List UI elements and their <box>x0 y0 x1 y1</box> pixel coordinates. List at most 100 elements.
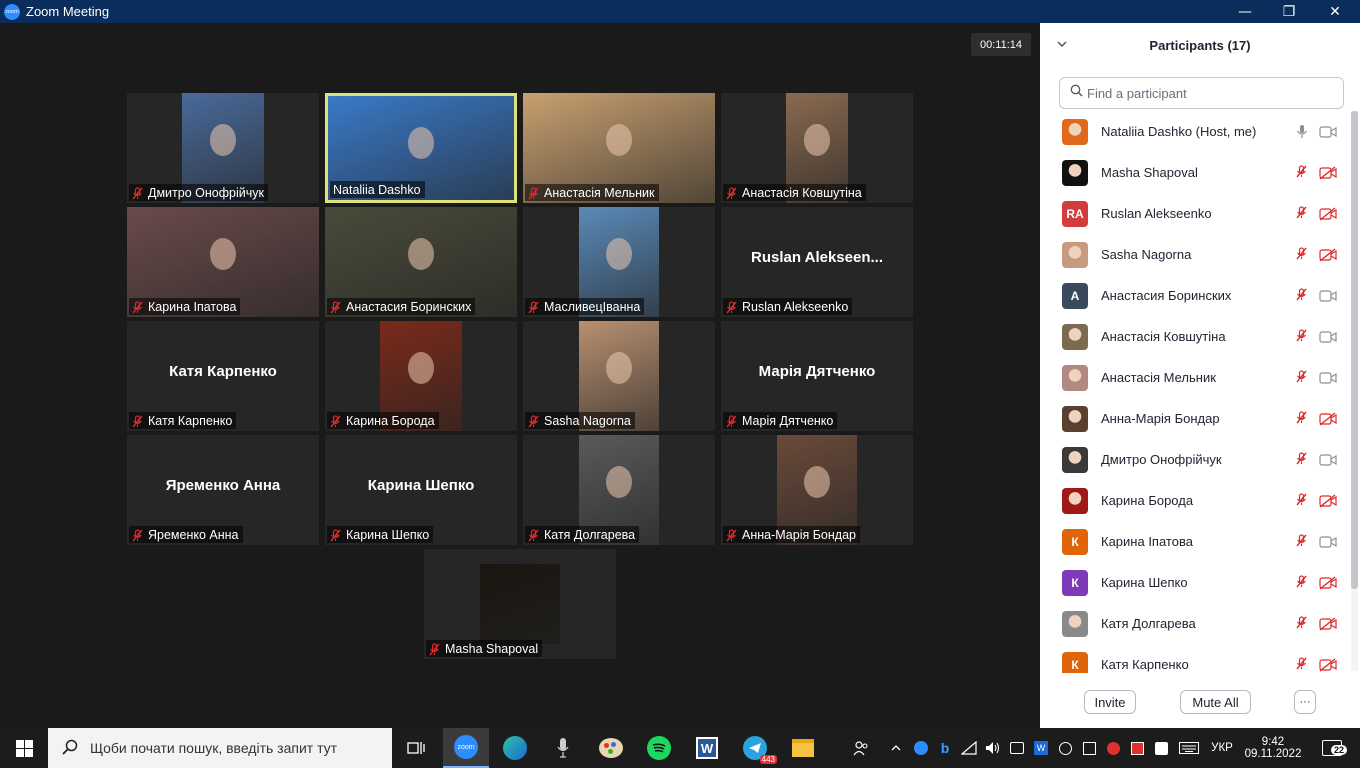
muted-mic-icon[interactable] <box>1296 451 1310 468</box>
participant-search[interactable] <box>1059 77 1344 109</box>
invite-button[interactable]: Invite <box>1084 690 1136 714</box>
tray-zoom-icon[interactable] <box>910 728 932 768</box>
keyboard-icon[interactable] <box>1176 728 1202 768</box>
muted-mic-icon[interactable] <box>1296 328 1310 345</box>
camera-off-icon[interactable] <box>1319 657 1337 672</box>
muted-mic-icon[interactable] <box>1296 369 1310 386</box>
camera-off-icon[interactable] <box>1319 206 1337 221</box>
word-icon[interactable]: W <box>684 728 730 768</box>
muted-mic-icon[interactable] <box>1296 164 1310 181</box>
zoom-taskbar-icon[interactable]: zoom <box>443 728 489 768</box>
participant-row[interactable]: RA Ruslan Alekseenko <box>1040 193 1350 234</box>
telegram-icon[interactable]: 443 <box>732 728 778 768</box>
tray-clock-icon[interactable] <box>1054 728 1076 768</box>
file-explorer-icon[interactable] <box>780 728 826 768</box>
camera-icon[interactable] <box>1319 535 1337 549</box>
tile-name-label: Марія Дятченко <box>723 412 838 429</box>
video-tile[interactable]: Карина Шепко Карина Шепко <box>325 435 517 545</box>
paint-icon[interactable] <box>588 728 634 768</box>
video-tile[interactable]: Яременко Анна Яременко Анна <box>127 435 319 545</box>
spotify-icon[interactable] <box>636 728 682 768</box>
participant-row[interactable]: Дмитро Онофрійчук <box>1040 439 1350 480</box>
camera-icon[interactable] <box>1319 125 1337 139</box>
tray-app-icon-5[interactable] <box>1126 728 1148 768</box>
video-tile[interactable]: Анна-Марія Бондар <box>721 435 913 545</box>
muted-mic-icon[interactable] <box>1296 533 1310 550</box>
muted-mic-icon[interactable] <box>1296 246 1310 263</box>
muted-mic-icon[interactable] <box>1296 492 1310 509</box>
minimize-button[interactable]: — <box>1222 0 1268 23</box>
camera-off-icon[interactable] <box>1319 493 1337 508</box>
volume-icon[interactable] <box>982 728 1004 768</box>
microphone-app-icon[interactable] <box>540 728 586 768</box>
video-tile[interactable]: Ruslan Alekseen... Ruslan Alekseenko <box>721 207 913 317</box>
video-tile[interactable]: МасливецІванна <box>523 207 715 317</box>
muted-mic-icon[interactable] <box>1296 656 1310 673</box>
windows-start-button[interactable] <box>0 728 48 768</box>
video-tile[interactable]: Дмитро Онофрійчук <box>127 93 319 203</box>
zoom-app-icon: zoom <box>4 3 20 20</box>
search-input[interactable] <box>1087 85 1327 101</box>
participant-row[interactable]: К Карина Іпатова <box>1040 521 1350 562</box>
tray-app-icon-4[interactable] <box>1102 728 1124 768</box>
participant-row[interactable]: Анастасія Мельник <box>1040 357 1350 398</box>
participant-row[interactable]: К Катя Карпенко <box>1040 644 1350 673</box>
clock[interactable]: 9:42 09.11.2022 <box>1240 728 1306 768</box>
muted-mic-icon[interactable] <box>1296 574 1310 591</box>
participant-row[interactable]: Nataliia Dashko (Host, me) <box>1040 111 1350 152</box>
language-indicator[interactable]: УКР <box>1204 728 1240 768</box>
camera-off-icon[interactable] <box>1319 616 1337 631</box>
more-options-button[interactable]: ··· <box>1294 690 1316 714</box>
tray-chevron-up-icon[interactable] <box>886 728 906 768</box>
notifications-button[interactable]: 22 <box>1312 728 1352 768</box>
video-tile[interactable]: Sasha Nagorna <box>523 321 715 431</box>
camera-off-icon[interactable] <box>1319 165 1337 180</box>
video-tile[interactable]: Анастасия Боринских <box>325 207 517 317</box>
network-icon[interactable] <box>958 728 980 768</box>
participant-row[interactable]: Masha Shapoval <box>1040 152 1350 193</box>
participant-row[interactable]: Карина Борода <box>1040 480 1350 521</box>
camera-off-icon[interactable] <box>1319 575 1337 590</box>
participant-list-scrollbar[interactable] <box>1351 111 1358 671</box>
tray-app-icon-2[interactable]: W <box>1030 728 1052 768</box>
video-tile[interactable]: Masha Shapoval <box>424 549 616 659</box>
muted-mic-icon[interactable] <box>1296 410 1310 427</box>
camera-icon[interactable] <box>1319 330 1337 344</box>
participant-row[interactable]: Анна-Марія Бондар <box>1040 398 1350 439</box>
video-tile[interactable]: Карина Борода <box>325 321 517 431</box>
participant-row[interactable]: К Карина Шепко <box>1040 562 1350 603</box>
video-tile[interactable]: Nataliia Dashko <box>325 93 517 203</box>
tray-app-icon-6[interactable] <box>1150 728 1172 768</box>
camera-icon[interactable] <box>1319 289 1337 303</box>
close-button[interactable]: ✕ <box>1312 0 1358 23</box>
camera-icon[interactable] <box>1319 453 1337 467</box>
camera-icon[interactable] <box>1319 371 1337 385</box>
tray-app-icon-1[interactable] <box>1006 728 1028 768</box>
muted-mic-icon[interactable] <box>1296 205 1310 222</box>
avatar <box>1062 405 1088 432</box>
video-tile[interactable]: Анастасія Мельник <box>523 93 715 203</box>
people-icon[interactable] <box>848 728 874 768</box>
tray-app-icon-3[interactable] <box>1078 728 1100 768</box>
participant-row[interactable]: Анастасія Ковшутіна <box>1040 316 1350 357</box>
taskbar-search[interactable]: Щоби почати пошук, введіть запит тут <box>48 728 392 768</box>
muted-mic-icon[interactable] <box>1296 615 1310 632</box>
camera-off-icon[interactable] <box>1319 247 1337 262</box>
video-tile[interactable]: Катя Долгарева <box>523 435 715 545</box>
muted-mic-icon[interactable] <box>1296 287 1310 304</box>
scrollbar-thumb[interactable] <box>1351 111 1358 589</box>
task-view-icon[interactable] <box>392 728 440 768</box>
tray-bing-icon[interactable]: b <box>934 728 956 768</box>
participant-row[interactable]: Катя Долгарева <box>1040 603 1350 644</box>
participant-row[interactable]: Sasha Nagorna <box>1040 234 1350 275</box>
mute-all-button[interactable]: Mute All <box>1180 690 1251 714</box>
camera-off-icon[interactable] <box>1319 411 1337 426</box>
microphone-icon[interactable] <box>1296 124 1310 140</box>
video-tile[interactable]: Марія Дятченко Марія Дятченко <box>721 321 913 431</box>
participant-row[interactable]: А Анастасия Боринских <box>1040 275 1350 316</box>
maximize-button[interactable]: ❐ <box>1266 0 1312 23</box>
video-tile[interactable]: Катя Карпенко Катя Карпенко <box>127 321 319 431</box>
edge-icon[interactable] <box>492 728 538 768</box>
video-tile[interactable]: Анастасія Ковшутіна <box>721 93 913 203</box>
video-tile[interactable]: Карина Іпатова <box>127 207 319 317</box>
